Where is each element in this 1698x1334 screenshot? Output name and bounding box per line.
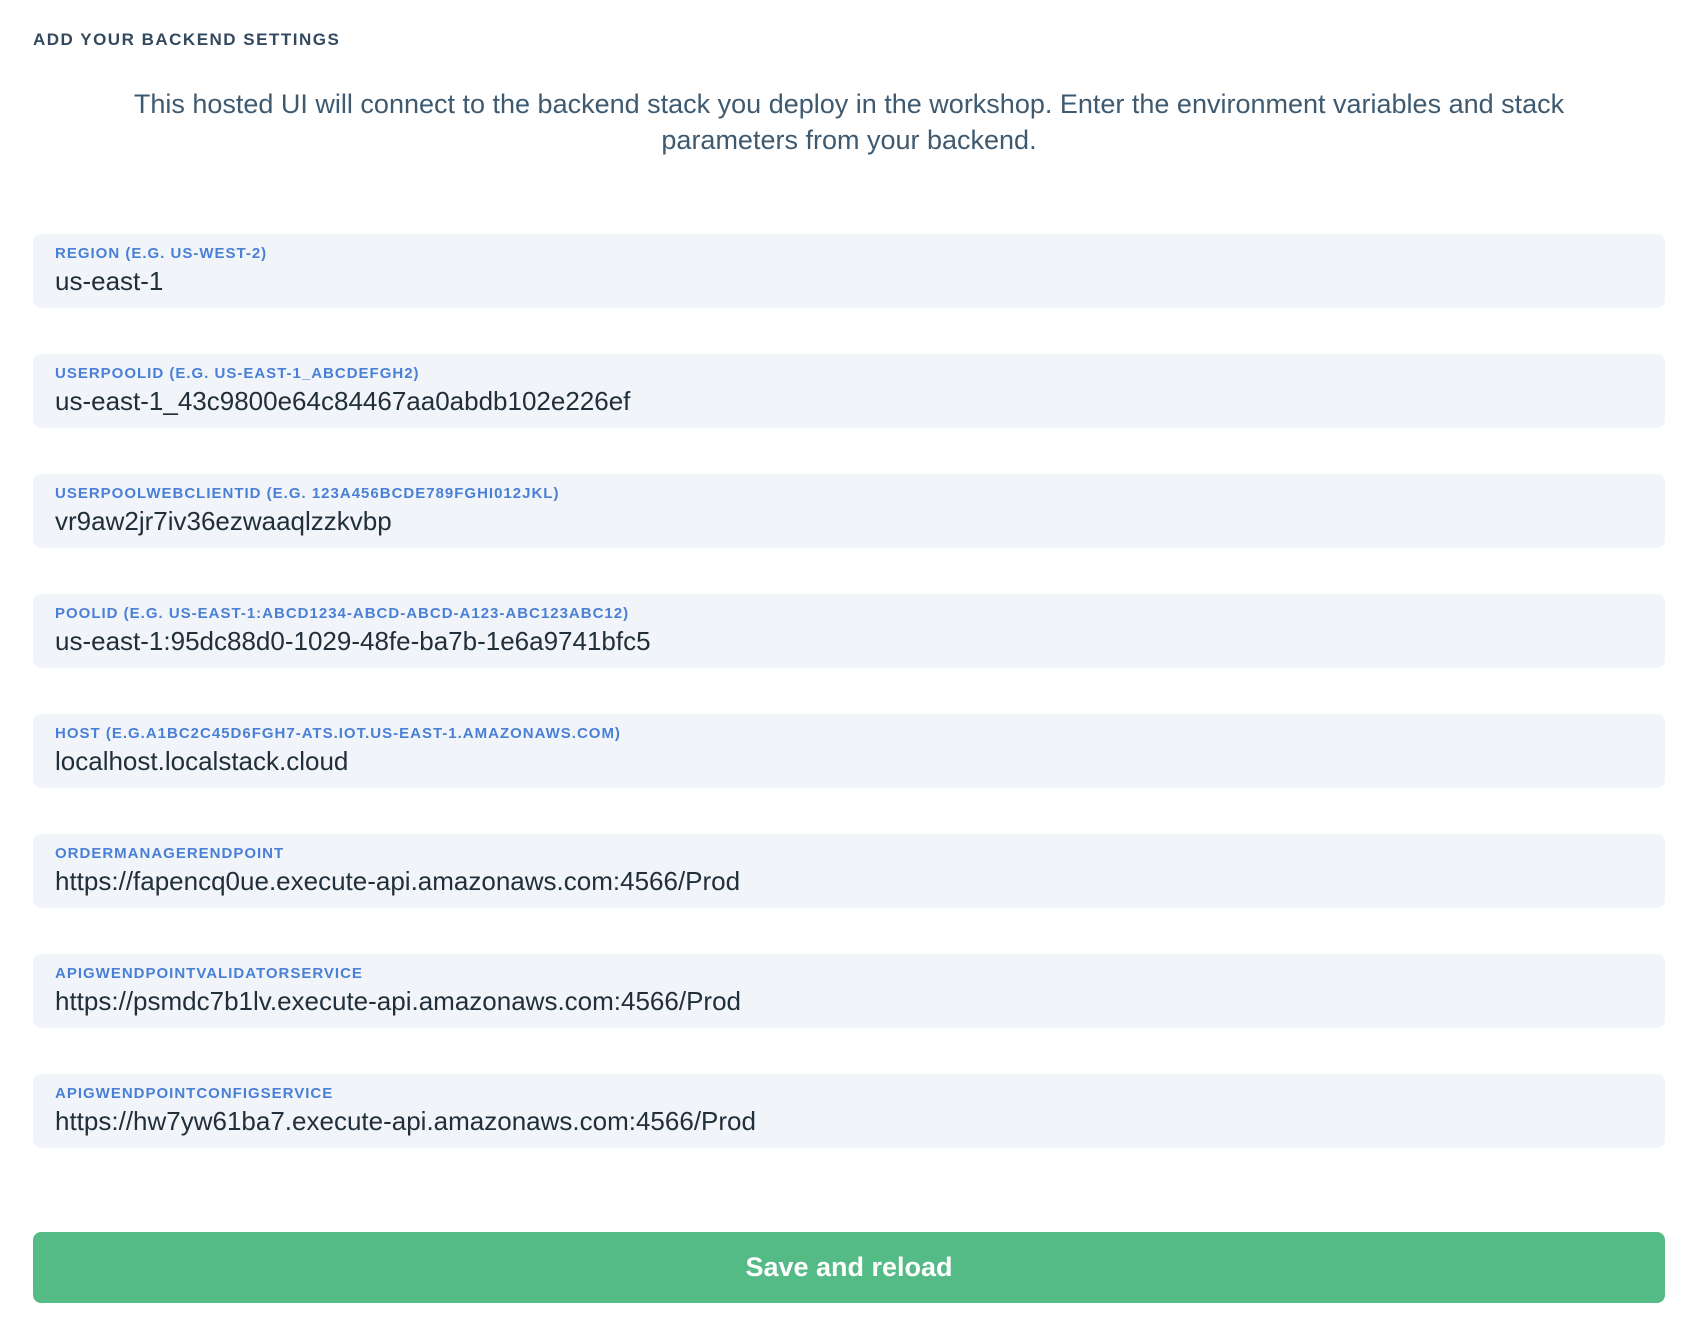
apigwendpointvalidatorservice-field[interactable]: APIGWENDPOINTVALIDATORSERVICE — [33, 954, 1665, 1028]
userpoolwebclientid-field-label: USERPOOLWEBCLIENTID (E.G. 123A456BCDE789… — [55, 484, 1643, 504]
save-and-reload-button[interactable]: Save and reload — [33, 1232, 1665, 1303]
ordermanagerendpoint-input[interactable] — [55, 864, 1643, 896]
apigwendpointvalidatorservice-field-label: APIGWENDPOINTVALIDATORSERVICE — [55, 964, 1643, 984]
region-field-label: REGION (E.G. US-WEST-2) — [55, 244, 1643, 264]
region-field[interactable]: REGION (E.G. US-WEST-2) — [33, 234, 1665, 308]
ordermanagerendpoint-field-label: ORDERMANAGERENDPOINT — [55, 844, 1643, 864]
apigwendpointvalidatorservice-input[interactable] — [55, 984, 1643, 1016]
userpoolid-input[interactable] — [55, 384, 1643, 416]
host-field[interactable]: HOST (E.G.A1BC2C45D6FGH7-ATS.IOT.US-EAST… — [33, 714, 1665, 788]
page-description: This hosted UI will connect to the backe… — [84, 86, 1614, 158]
poolid-field[interactable]: POOLID (E.G. US-EAST-1:ABCD1234-ABCD-ABC… — [33, 594, 1665, 668]
host-input[interactable] — [55, 744, 1643, 776]
settings-form: REGION (E.G. US-WEST-2) USERPOOLID (E.G.… — [0, 234, 1698, 1148]
userpoolwebclientid-field[interactable]: USERPOOLWEBCLIENTID (E.G. 123A456BCDE789… — [33, 474, 1665, 548]
userpoolid-field[interactable]: USERPOOLID (E.G. US-EAST-1_ABCDEFGH2) — [33, 354, 1665, 428]
poolid-field-label: POOLID (E.G. US-EAST-1:ABCD1234-ABCD-ABC… — [55, 604, 1643, 624]
apigwendpointconfigservice-field-label: APIGWENDPOINTCONFIGSERVICE — [55, 1084, 1643, 1104]
host-field-label: HOST (E.G.A1BC2C45D6FGH7-ATS.IOT.US-EAST… — [55, 724, 1643, 744]
poolid-input[interactable] — [55, 624, 1643, 656]
userpoolid-field-label: USERPOOLID (E.G. US-EAST-1_ABCDEFGH2) — [55, 364, 1643, 384]
apigwendpointconfigservice-input[interactable] — [55, 1104, 1643, 1136]
page-title: ADD YOUR BACKEND SETTINGS — [33, 30, 1665, 50]
apigwendpointconfigservice-field[interactable]: APIGWENDPOINTCONFIGSERVICE — [33, 1074, 1665, 1148]
backend-settings-page: ADD YOUR BACKEND SETTINGS This hosted UI… — [0, 30, 1698, 1334]
ordermanagerendpoint-field[interactable]: ORDERMANAGERENDPOINT — [33, 834, 1665, 908]
userpoolwebclientid-input[interactable] — [55, 504, 1643, 536]
region-input[interactable] — [55, 264, 1643, 296]
